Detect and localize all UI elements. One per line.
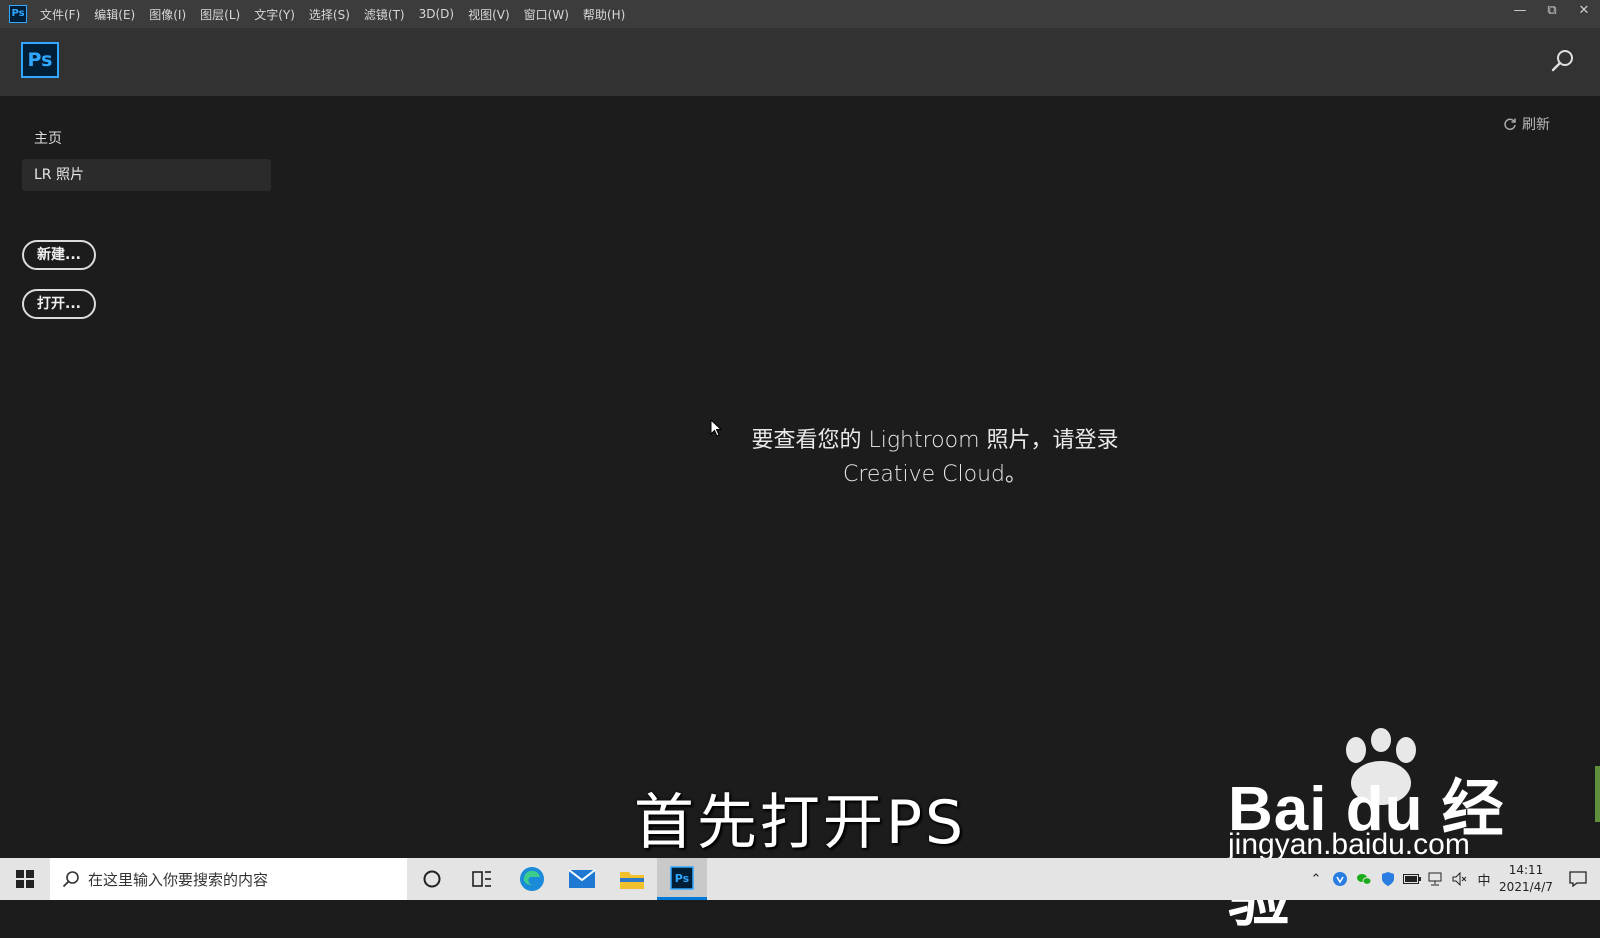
edge-taskbar-button[interactable] (507, 858, 557, 900)
menu-file[interactable]: 文件(F) (40, 6, 80, 23)
sidebar-item-home[interactable]: 主页 (34, 128, 62, 148)
task-view-button[interactable] (457, 858, 507, 900)
mouse-cursor-icon (710, 419, 722, 437)
mail-taskbar-button[interactable] (557, 858, 607, 900)
menu-help[interactable]: 帮助(H) (583, 6, 625, 23)
sidebar-item-lr-photos[interactable]: LR 照片 (22, 159, 271, 191)
minimize-icon[interactable]: — (1504, 0, 1536, 24)
clock-time: 14:11 (1508, 863, 1544, 877)
windows-logo-icon (16, 870, 34, 888)
task-view-icon (472, 871, 491, 887)
start-button[interactable] (0, 858, 50, 900)
mail-icon (568, 869, 596, 888)
window-controls: — ⧉ ✕ (1504, 0, 1600, 28)
taskbar-search-box[interactable]: 在这里输入你要搜索的内容 (50, 858, 407, 900)
watermark-site: jingyan.baidu.com (1228, 828, 1470, 861)
menu-view[interactable]: 视图(V) (468, 6, 510, 23)
home-header: Ps (0, 28, 1600, 96)
input-method-indicator[interactable]: 中 (1472, 858, 1496, 900)
close-icon[interactable]: ✕ (1568, 0, 1600, 24)
message-line-1: 要查看您的 Lightroom 照片，请登录 (751, 428, 1119, 453)
photoshop-icon: Ps (670, 865, 694, 890)
menu-bar: Ps 文件(F) 编辑(E) 图像(I) 图层(L) 文字(Y) 选择(S) 滤… (0, 0, 1600, 28)
action-center-button[interactable] (1556, 858, 1600, 900)
edge-browser-icon (520, 867, 544, 891)
cortana-button[interactable] (407, 858, 457, 900)
battery-icon[interactable] (1400, 858, 1424, 900)
menu-edit[interactable]: 编辑(E) (94, 6, 135, 23)
baidu-jingyan-watermark: Bai du 经验 jingyan.baidu.com (1228, 728, 1528, 934)
refresh-button[interactable]: 刷新 (1503, 114, 1550, 134)
refresh-icon (1504, 118, 1516, 131)
clock-date: 2021/4/7 (1499, 880, 1553, 894)
show-hidden-icons-chevron-up-icon[interactable]: ⌃ (1304, 858, 1328, 900)
menu-image[interactable]: 图像(I) (149, 6, 186, 23)
security-shield-icon[interactable] (1376, 858, 1400, 900)
menu-layer[interactable]: 图层(L) (200, 6, 240, 23)
restore-icon[interactable]: ⧉ (1536, 0, 1568, 24)
app-tray-blue-icon[interactable] (1328, 858, 1352, 900)
system-tray: ⌃ 中 14:11 2021/4/7 (1304, 858, 1600, 900)
search-icon (62, 871, 79, 888)
photoshop-logo: Ps (21, 42, 59, 78)
cortana-icon (423, 870, 441, 888)
open-button[interactable]: 打开... (22, 289, 96, 319)
menu-3d[interactable]: 3D(D) (419, 7, 454, 21)
svg-text:Ps: Ps (675, 872, 690, 885)
photoshop-taskbar-button[interactable]: Ps (657, 858, 707, 900)
message-line-2: Creative Cloud。 (842, 462, 1028, 487)
new-button[interactable]: 新建... (22, 240, 96, 270)
menu-select[interactable]: 选择(S) (309, 6, 350, 23)
notification-icon (1569, 871, 1587, 887)
taskbar: 在这里输入你要搜索的内容 Ps ⌃ 中 14:11 2021/4/7 (0, 858, 1600, 900)
menu-window[interactable]: 窗口(W) (524, 6, 569, 23)
menu-filter[interactable]: 滤镜(T) (364, 6, 405, 23)
file-explorer-taskbar-button[interactable] (607, 858, 657, 900)
scroll-indicator[interactable] (1595, 766, 1600, 822)
photoshop-app-icon[interactable]: Ps (9, 5, 27, 23)
refresh-label: 刷新 (1522, 117, 1550, 133)
menu-type[interactable]: 文字(Y) (254, 6, 295, 23)
lightroom-signin-message: 要查看您的 Lightroom 照片，请登录 Creative Cloud。 (735, 424, 1135, 492)
clock[interactable]: 14:11 2021/4/7 (1496, 862, 1556, 896)
folder-icon (620, 872, 644, 889)
search-icon[interactable] (1550, 48, 1576, 74)
volume-muted-icon[interactable] (1448, 858, 1472, 900)
wechat-icon[interactable] (1352, 858, 1376, 900)
taskbar-search-placeholder: 在这里输入你要搜索的内容 (88, 870, 269, 889)
network-icon[interactable] (1424, 858, 1448, 900)
